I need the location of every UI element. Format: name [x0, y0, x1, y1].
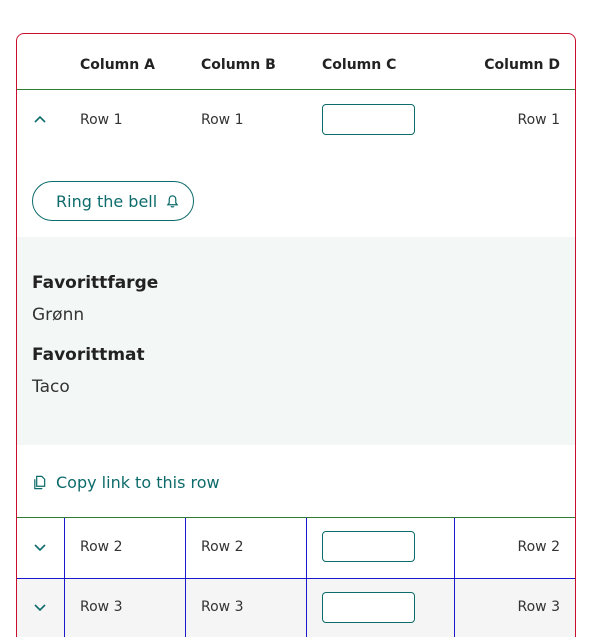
row-1-column-c-input[interactable] — [322, 104, 415, 135]
copy-link-to-row[interactable]: Copy link to this row — [32, 471, 220, 493]
row-2-column-c-input[interactable] — [322, 531, 415, 562]
cell-divider — [185, 579, 186, 637]
row-1-column-b: Row 1 — [201, 112, 244, 128]
ring-the-bell-label: Ring the bell — [56, 191, 158, 211]
row-3-column-b: Row 3 — [201, 599, 244, 615]
cell-divider — [306, 579, 307, 637]
row-2-column-b: Row 2 — [201, 539, 244, 555]
row-2-column-d: Row 2 — [517, 539, 560, 555]
table-row-3: Row 3 Row 3 Row 3 — [17, 578, 575, 637]
chevron-down-icon[interactable] — [32, 539, 48, 555]
data-table: Column A Column B Column C Column D Row … — [16, 33, 576, 637]
detail-value-favorittmat: Taco — [32, 377, 70, 397]
cell-divider — [454, 579, 455, 637]
detail-term-favorittmat: Favorittmat — [32, 345, 145, 365]
row-1-column-a: Row 1 — [80, 112, 123, 128]
chevron-down-icon[interactable] — [32, 599, 48, 615]
table-row-1: Row 1 Row 1 Row 1 Ring the bell Favoritt… — [17, 91, 575, 517]
table-header: Column A Column B Column C Column D — [17, 34, 575, 90]
header-column-a[interactable]: Column A — [80, 57, 155, 73]
row-2-column-a: Row 2 — [80, 539, 123, 555]
cell-divider — [306, 518, 307, 578]
header-column-d[interactable]: Column D — [484, 57, 560, 73]
header-column-b[interactable]: Column B — [201, 57, 276, 73]
table-row-2: Row 2 Row 2 Row 2 — [17, 517, 575, 578]
copy-icon — [34, 475, 46, 489]
row-3-column-d: Row 3 — [517, 599, 560, 615]
cell-divider — [64, 579, 65, 637]
row-3-column-a: Row 3 — [80, 599, 123, 615]
ring-the-bell-button[interactable]: Ring the bell — [32, 181, 194, 221]
detail-term-favorittfarge: Favorittfarge — [32, 273, 159, 293]
bell-icon — [166, 194, 179, 207]
cell-divider — [185, 518, 186, 578]
cell-divider — [64, 518, 65, 578]
detail-value-favorittfarge: Grønn — [32, 305, 85, 325]
row-1-column-d: Row 1 — [517, 112, 560, 128]
cell-divider — [454, 518, 455, 578]
chevron-up-icon[interactable] — [32, 112, 48, 128]
copy-link-label: Copy link to this row — [56, 472, 220, 492]
row-1-details: Favorittfarge Grønn Favorittmat Taco — [17, 237, 575, 445]
header-column-c[interactable]: Column C — [322, 57, 396, 73]
row-3-column-c-input[interactable] — [322, 592, 415, 623]
